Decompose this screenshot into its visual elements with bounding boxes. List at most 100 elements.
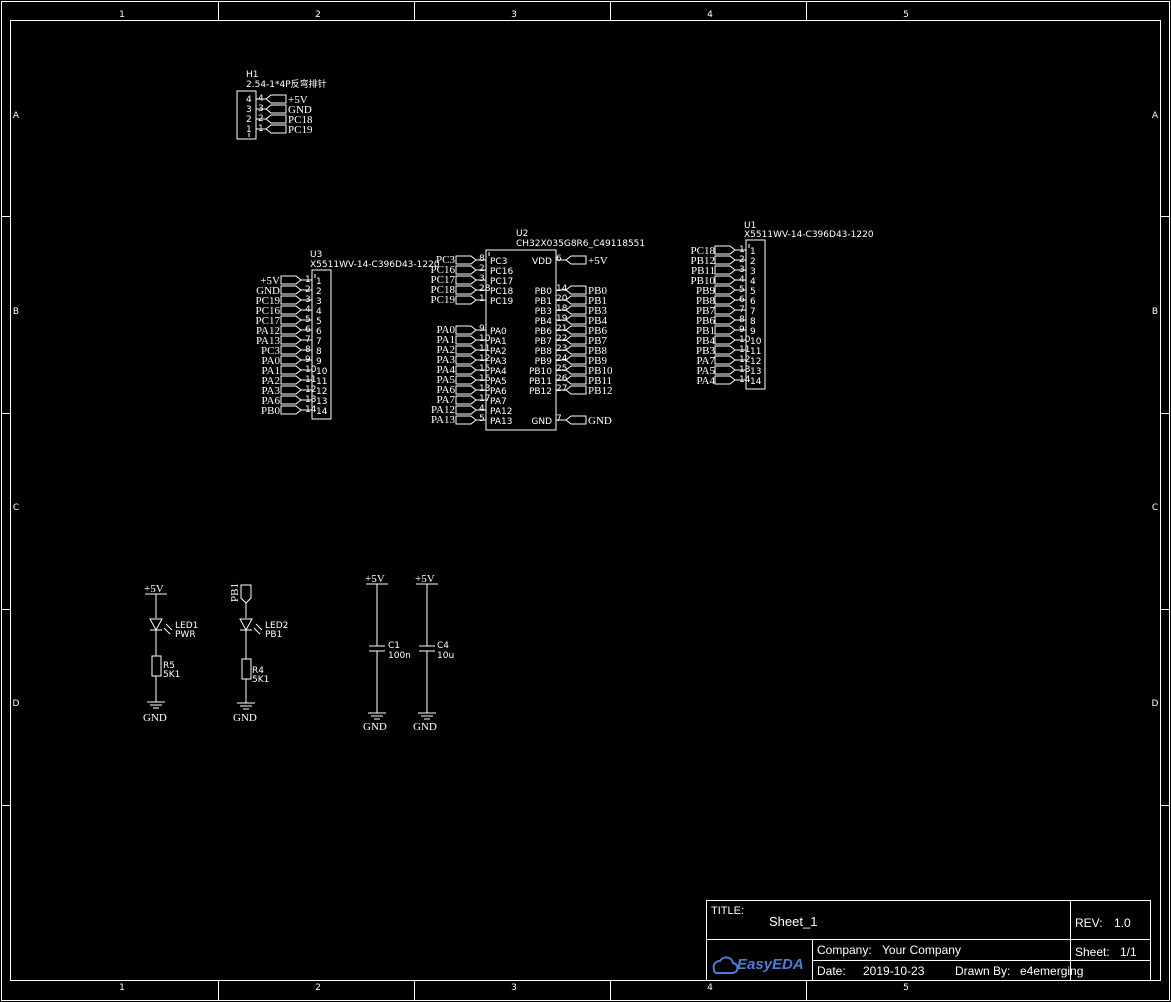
- u2-left-pin-number: 3: [479, 274, 485, 284]
- u3-net-label: PB0: [261, 405, 280, 417]
- h1-pin-inner-number: 2: [246, 115, 252, 125]
- u3-net-flag: [280, 345, 302, 355]
- row-label-left: C: [13, 503, 19, 513]
- c4-value: 10u: [437, 651, 454, 661]
- c1-value: 100n: [388, 651, 411, 661]
- date-label: Date:: [817, 964, 846, 978]
- u3-pin-inner-number: 2: [316, 287, 322, 297]
- u1-pin-inner-number: 11: [750, 347, 761, 357]
- u1-pin-inner-number: 1: [750, 247, 756, 257]
- u3-pin-inner-number: 4: [316, 307, 322, 317]
- row-label-right: B: [1152, 307, 1158, 317]
- u1-pin-number: 7: [739, 305, 745, 315]
- u3-pin-inner-number: 6: [316, 327, 322, 337]
- r5-value: 5K1: [163, 670, 180, 680]
- u2-left-net-flag: [455, 365, 477, 375]
- u2-right-net-flag: [565, 285, 587, 295]
- h1-net-flag: [265, 94, 287, 104]
- h1-pin-inner-number: 3: [246, 105, 252, 115]
- u2-left-pin-number: 2: [479, 264, 485, 274]
- u2-right-net-label: +5V: [588, 255, 608, 267]
- u1-net-flag: [714, 265, 736, 275]
- u1-net-flag: [714, 345, 736, 355]
- u2-left-pin-number: 28: [479, 284, 491, 294]
- u2-left-pin-number: 13: [479, 384, 490, 394]
- u2-left-pin-name: PA2: [490, 347, 507, 357]
- u3-net-flag: [280, 295, 302, 305]
- company-value: Your Company: [882, 943, 961, 957]
- u3-net-flag: [280, 385, 302, 395]
- c1-supply-label: +5V: [365, 573, 385, 585]
- h1-net-flag: [265, 114, 287, 124]
- u3-net-flag: [280, 285, 302, 295]
- u2-right-pin-number: 22: [556, 334, 567, 344]
- u2-left-pin-name: PA7: [490, 397, 507, 407]
- u2-right-net-flag: [565, 375, 587, 385]
- column-label-top: 5: [903, 10, 909, 20]
- u2-right-net-label: PB12: [588, 385, 612, 397]
- rev-label: REV:: [1075, 916, 1103, 930]
- row-label-right: C: [1152, 503, 1158, 513]
- r4-gnd-label: GND: [233, 712, 257, 724]
- u2-right-pin-number: 26: [556, 374, 568, 384]
- h1-net-flag: [265, 104, 287, 114]
- u2-right-pin-name: VDD: [532, 257, 552, 267]
- u2-left-pin-name: PA3: [490, 357, 507, 367]
- c1-ref: C1: [388, 641, 400, 651]
- u1-net-flag: [714, 275, 736, 285]
- u3-pin-number: 14: [305, 405, 317, 415]
- u3-net-flag: [280, 365, 302, 375]
- u2-right-pin-number: 21: [556, 324, 567, 334]
- u2-left-pin-name: PC17: [490, 277, 513, 287]
- u1-pin-number: 10: [739, 335, 751, 345]
- sheet-label: Sheet:: [1075, 945, 1110, 959]
- column-label-bottom: 1: [119, 983, 125, 993]
- column-label-top: 2: [315, 10, 321, 20]
- c4-capacitor: +5V C4 10u GND: [413, 573, 454, 733]
- u3-net-flag: [280, 325, 302, 335]
- u3-net-flag: [280, 395, 302, 405]
- h1-ref: H1: [246, 70, 259, 80]
- u1-pin-inner-number: 9: [750, 327, 756, 337]
- c1-gnd-label: GND: [363, 721, 387, 733]
- u3-pin-inner-number: 9: [316, 357, 322, 367]
- u1-net-flag: [714, 335, 736, 345]
- u2-right-pin-number: 27: [556, 384, 567, 394]
- u1-net-flag: [714, 295, 736, 305]
- u2-ref: U2: [516, 229, 528, 239]
- u3-connector: U3 X5511WV-14-C396D43-1220 +5V 1 1GND 2 2PC1…: [256, 250, 440, 420]
- led2-pb1-branch: PB1 LED2 PB1 R4 5K1 GND: [229, 583, 288, 724]
- rev-value: 1.0: [1114, 916, 1131, 930]
- u3-pin-number: 3: [305, 295, 311, 305]
- u2-left-pin-name: PA13: [490, 417, 512, 427]
- u2-left-net-flag: [455, 415, 477, 425]
- u1-net-flag: [714, 255, 736, 265]
- u2-left-net-flag: [455, 375, 477, 385]
- u2-right-pin-number: 20: [556, 294, 568, 304]
- h1-net-label: PC19: [288, 124, 313, 136]
- title-value: Sheet_1: [769, 914, 817, 929]
- u3-net-flag: [280, 355, 302, 365]
- u3-net-flag: [280, 335, 302, 345]
- u2-mcu: U2 CH32X035G8R6_C49118551 PC3 8 PC3PC16 2 PC…: [431, 229, 645, 431]
- u2-left-net-flag: [455, 265, 477, 275]
- u2-left-pin-name: PA0: [490, 327, 507, 337]
- row-label-right: D: [1152, 699, 1159, 709]
- u3-net-flag: [280, 275, 302, 285]
- u2-right-net-flag: [565, 325, 587, 335]
- u2-right-net-flag: [565, 295, 587, 305]
- u1-pin-number: 8: [739, 315, 745, 325]
- u3-pin-number: 4: [305, 305, 311, 315]
- led2-value: PB1: [265, 630, 282, 640]
- u3-net-flag: [280, 405, 302, 415]
- led1-value: PWR: [175, 630, 196, 640]
- u2-left-net-flag: [455, 405, 477, 415]
- u2-left-net-flag: [455, 335, 477, 345]
- u2-left-pin-name: PC16: [490, 267, 513, 277]
- u3-value: X5511WV-14-C396D43-1220: [310, 260, 440, 270]
- u1-net-flag: [714, 325, 736, 335]
- u1-pin-inner-number: 2: [750, 257, 756, 267]
- u2-right-pin-number: 23: [556, 344, 567, 354]
- u2-right-pin-number: 14: [556, 284, 568, 294]
- h1-pin-inner-number: 4: [246, 95, 252, 105]
